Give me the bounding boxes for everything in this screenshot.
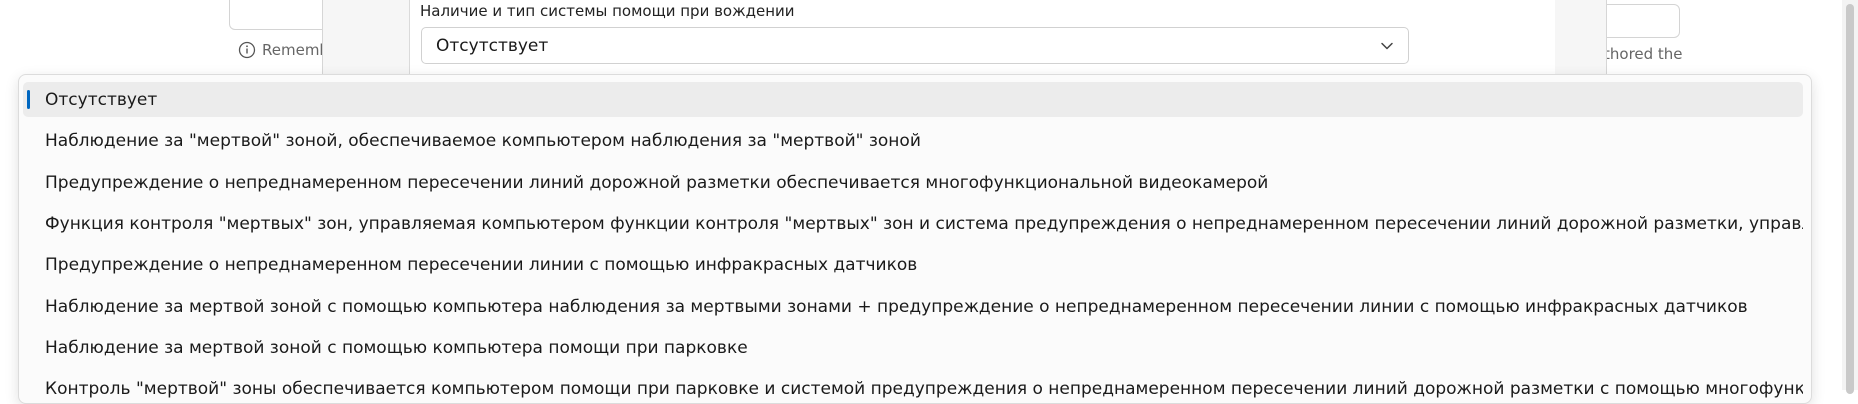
dropdown-option[interactable]: Отсутствует (23, 82, 1803, 117)
dropdown-option[interactable]: Наблюдение за мертвой зоной с помощью ко… (23, 289, 1803, 324)
option-label: Наблюдение за "мертвой" зоной, обеспечив… (45, 130, 921, 151)
dropdown-option[interactable]: Предупреждение о непреднамеренном пересе… (23, 165, 1803, 200)
background-hint: Rememb (238, 41, 329, 59)
option-label: Контроль "мертвой" зоны обеспечивается к… (45, 378, 1803, 399)
background-hint-text: Rememb (262, 41, 329, 59)
chevron-down-icon (1381, 42, 1393, 49)
page-scrollbar[interactable] (1842, 0, 1858, 394)
option-label: Отсутствует (45, 89, 158, 110)
option-label: Предупреждение о непреднамеренном пересе… (45, 172, 1269, 193)
dropdown-option[interactable]: Предупреждение о непреднамеренном пересе… (23, 247, 1803, 282)
page-scroll-thumb[interactable] (1846, 4, 1854, 394)
option-label: Функция контроля "мертвых" зон, управляе… (45, 213, 1803, 234)
driver-assist-select[interactable]: Отсутствует (421, 27, 1409, 64)
dropdown-list: Отсутствует Наблюдение за "мертвой" зоно… (18, 74, 1812, 404)
option-label: Предупреждение о непреднамеренном пересе… (45, 254, 918, 275)
select-current-value: Отсутствует (436, 35, 549, 56)
selection-indicator (27, 90, 30, 109)
option-label: Наблюдение за мертвой зоной с помощью ко… (45, 337, 748, 358)
dropdown-option[interactable]: Контроль "мертвой" зоны обеспечивается к… (23, 371, 1803, 403)
info-icon (238, 41, 256, 59)
dropdown-option[interactable]: Наблюдение за "мертвой" зоной, обеспечив… (23, 123, 1803, 158)
option-label: Наблюдение за мертвой зоной с помощью ко… (45, 296, 1748, 317)
dropdown-option[interactable]: Наблюдение за мертвой зоной с помощью ко… (23, 330, 1803, 365)
driver-assist-field-label: Наличие и тип системы помощи при вождени… (420, 2, 795, 20)
background-right-input[interactable] (1596, 4, 1680, 38)
background-right-text: thored the (1604, 45, 1683, 63)
dropdown-option[interactable]: Функция контроля "мертвых" зон, управляе… (23, 206, 1803, 241)
